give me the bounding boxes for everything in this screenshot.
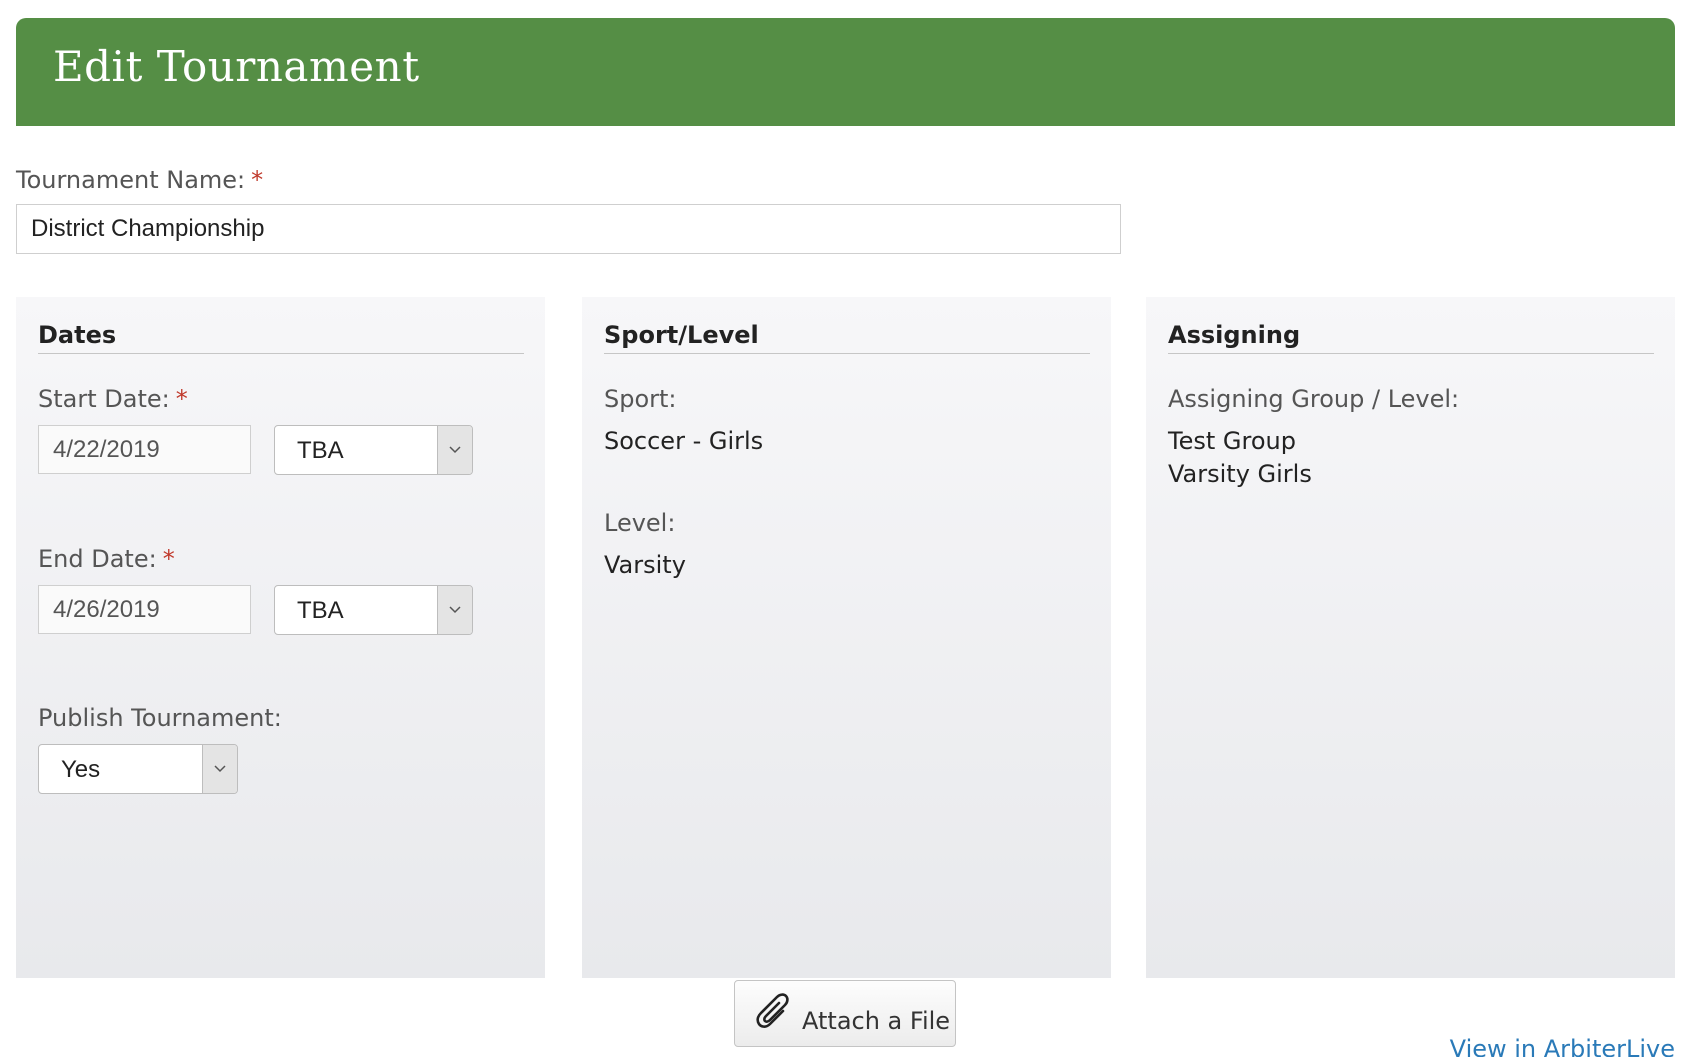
- edit-tournament-page: Edit Tournament Tournament Name:* Dates …: [0, 0, 1694, 1057]
- end-date-label: End Date: *: [38, 545, 175, 574]
- sport-value: Soccer - Girls: [604, 427, 764, 455]
- publish-tournament-select[interactable]: Yes: [38, 744, 238, 794]
- view-in-arbiterlive-link[interactable]: View in ArbiterLive: [1450, 1035, 1675, 1057]
- start-date-label-text: Start Date:: [38, 385, 170, 413]
- dates-panel: Dates Start Date:* TBA End Date:* TBA Pu…: [16, 297, 545, 978]
- start-time-value: TBA: [297, 437, 344, 464]
- sport-label: Sport:: [604, 385, 677, 413]
- required-marker: *: [162, 545, 175, 573]
- attach-file-label: Attach a File: [802, 1007, 951, 1035]
- end-date-input[interactable]: [38, 585, 251, 634]
- end-date-label-text: End Date:: [38, 545, 157, 573]
- sport-level-panel-title: Sport/Level: [604, 321, 1090, 354]
- page-title: Edit Tournament: [53, 42, 420, 91]
- required-marker: *: [175, 385, 188, 413]
- assigning-panel: Assigning Assigning Group / Level: Test …: [1146, 297, 1675, 978]
- assigning-level-value: Varsity Girls: [1168, 460, 1312, 488]
- assigning-panel-title: Assigning: [1168, 321, 1654, 354]
- chevron-down-icon[interactable]: [437, 426, 472, 474]
- start-date-label: Start Date: *: [38, 385, 188, 414]
- tournament-name-label: Tournament Name: *: [16, 166, 263, 195]
- end-time-value: TBA: [297, 597, 344, 624]
- attach-file-button[interactable]: Attach a File: [734, 980, 956, 1047]
- tournament-name-label-text: Tournament Name:: [16, 166, 246, 194]
- level-label: Level:: [604, 509, 676, 537]
- chevron-down-icon[interactable]: [437, 586, 472, 634]
- assigning-group-value: Test Group: [1168, 427, 1296, 455]
- tournament-name-input[interactable]: [16, 204, 1121, 254]
- publish-tournament-value: Yes: [61, 756, 101, 783]
- dates-panel-title: Dates: [38, 321, 524, 354]
- publish-tournament-label: Publish Tournament:: [38, 704, 282, 732]
- chevron-down-icon[interactable]: [202, 745, 237, 793]
- paperclip-icon: [755, 991, 795, 1039]
- start-date-input[interactable]: [38, 425, 251, 474]
- sport-level-panel: Sport/Level Sport: Soccer - Girls Level:…: [582, 297, 1111, 978]
- assigning-group-label: Assigning Group / Level:: [1168, 385, 1460, 413]
- page-header: Edit Tournament: [16, 18, 1675, 126]
- start-time-select[interactable]: TBA: [274, 425, 473, 475]
- required-marker: *: [251, 166, 264, 194]
- level-value: Varsity: [604, 551, 686, 579]
- end-time-select[interactable]: TBA: [274, 585, 473, 635]
